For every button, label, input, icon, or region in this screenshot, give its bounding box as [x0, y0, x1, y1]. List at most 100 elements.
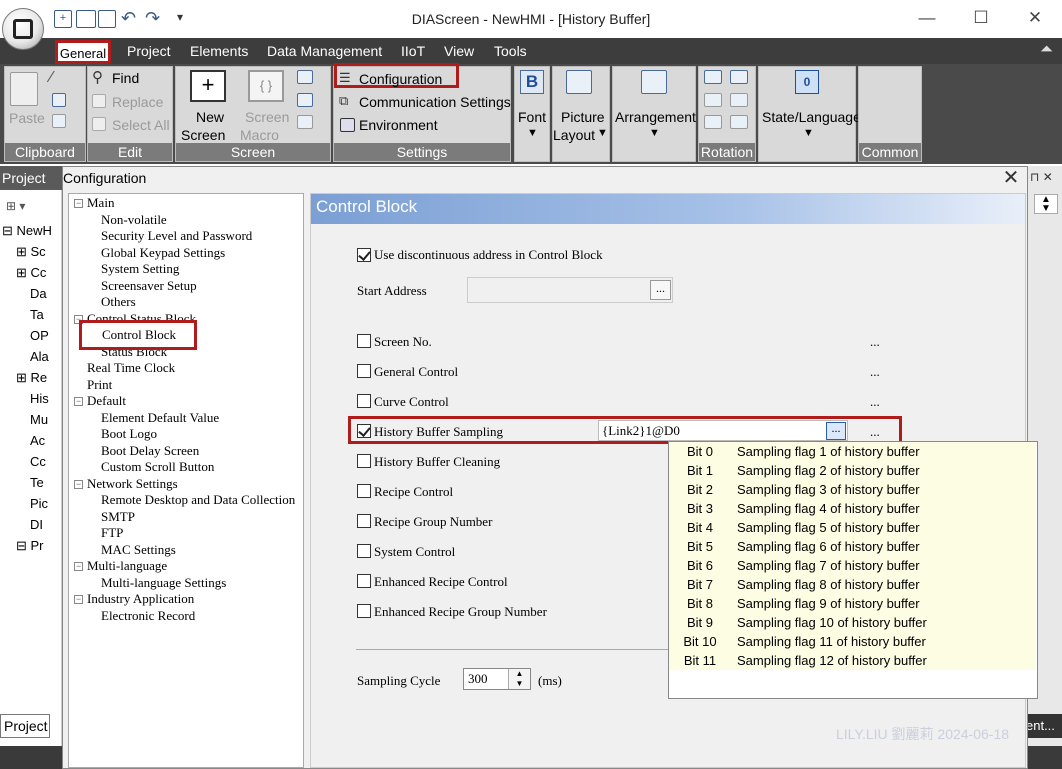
- project-tree-item[interactable]: ⊞ Cc: [16, 265, 46, 281]
- project-tree-item[interactable]: Pic: [30, 496, 48, 511]
- bit-row[interactable]: Bit 1 Sampling flag 2 of history buffer: [669, 461, 1036, 480]
- tree-item-network[interactable]: Network Settings: [87, 476, 178, 492]
- rotate-right-icon[interactable]: [730, 70, 748, 84]
- tree-item-security[interactable]: Security Level and Password: [101, 228, 252, 244]
- collapse-icon[interactable]: −: [74, 562, 83, 571]
- tree-item-non-volatile[interactable]: Non-volatile: [101, 212, 167, 228]
- tree-item-global-keypad[interactable]: Global Keypad Settings: [101, 245, 225, 261]
- ribbon-collapse-icon[interactable]: ⏶: [1040, 41, 1053, 59]
- use-discontinuous-checkbox[interactable]: [357, 248, 371, 262]
- spin-icon[interactable]: ▲ ▼: [1034, 194, 1058, 214]
- tree-item-mac[interactable]: MAC Settings: [101, 542, 176, 558]
- start-address-field[interactable]: [467, 277, 673, 303]
- screen-macro-label-2[interactable]: Macro: [240, 127, 279, 143]
- project-tree-item[interactable]: ⊟ Pr: [16, 538, 44, 554]
- menu-iiot[interactable]: IIoT: [401, 38, 425, 64]
- tree-item-industry[interactable]: Industry Application: [87, 591, 194, 607]
- tree-item-custom-scroll[interactable]: Custom Scroll Button: [101, 459, 214, 475]
- close-window-button[interactable]: ✕: [1020, 8, 1050, 28]
- menu-tools[interactable]: Tools: [494, 38, 527, 64]
- menu-elements[interactable]: Elements: [190, 38, 248, 64]
- bit-row[interactable]: Bit 4 Sampling flag 5 of history buffer: [669, 518, 1036, 537]
- bit-row[interactable]: Bit 6 Sampling flag 7 of history buffer: [669, 556, 1036, 575]
- state-language-button[interactable]: State/Language: [762, 109, 861, 125]
- collapse-icon[interactable]: −: [74, 480, 83, 489]
- bit-row[interactable]: Bit 0 Sampling flag 1 of history buffer: [669, 442, 1036, 461]
- dialog-close-button[interactable]: ✕: [1000, 166, 1022, 190]
- general-control-more[interactable]: ...: [870, 364, 880, 380]
- font-button[interactable]: Font: [518, 109, 546, 125]
- distribute-icon[interactable]: [730, 115, 748, 129]
- project-tree-item[interactable]: OP: [30, 328, 49, 343]
- tree-item-remote-desktop[interactable]: Remote Desktop and Data Collection: [101, 492, 295, 508]
- project-tree-item[interactable]: Mu: [30, 412, 48, 427]
- new-screen-label-1[interactable]: New: [196, 109, 224, 125]
- format-painter-icon[interactable]: [52, 114, 66, 128]
- system-control-checkbox[interactable]: [357, 544, 371, 558]
- project-tree-item[interactable]: Cc: [30, 454, 46, 469]
- pin-icon[interactable]: ⊓ ✕: [1030, 170, 1053, 184]
- menu-view[interactable]: View: [444, 38, 474, 64]
- select-all-button[interactable]: Select All: [112, 117, 170, 133]
- flip-vertical-icon[interactable]: [730, 93, 748, 107]
- rotate-left-icon[interactable]: [704, 70, 722, 84]
- picture-layout-dropdown-icon[interactable]: ▼: [597, 127, 608, 139]
- bit-row[interactable]: Bit 10 Sampling flag 11 of history buffer: [669, 632, 1036, 651]
- tree-item-ftp[interactable]: FTP: [101, 525, 123, 541]
- collapse-icon[interactable]: −: [74, 397, 83, 406]
- sampling-cycle-stepper[interactable]: ▲ ▼: [508, 669, 530, 689]
- project-tree-item[interactable]: DI: [30, 517, 43, 532]
- find-button[interactable]: Find: [112, 70, 139, 86]
- maximize-button[interactable]: ☐: [966, 8, 996, 28]
- screen-list-icon[interactable]: [297, 70, 313, 84]
- bit-row[interactable]: Bit 9 Sampling flag 10 of history buffer: [669, 613, 1036, 632]
- align-icon[interactable]: [704, 115, 722, 129]
- general-control-checkbox[interactable]: [357, 364, 371, 378]
- recipe-group-number-checkbox[interactable]: [357, 514, 371, 528]
- menu-data-management[interactable]: Data Management: [267, 38, 382, 64]
- screen-no-checkbox[interactable]: [357, 334, 371, 348]
- tree-item-boot-logo[interactable]: Boot Logo: [101, 426, 157, 442]
- state-language-dropdown-icon[interactable]: ▼: [803, 127, 814, 139]
- tree-item-others[interactable]: Others: [101, 294, 136, 310]
- project-tree-item[interactable]: ⊞ Sc: [16, 244, 46, 260]
- bit-row[interactable]: Bit 8 Sampling flag 9 of history buffer: [669, 594, 1036, 613]
- project-tree-item[interactable]: Ac: [30, 433, 45, 448]
- enhanced-recipe-group-checkbox[interactable]: [357, 604, 371, 618]
- picture-layout-label-2[interactable]: Layout: [553, 127, 595, 143]
- tree-item-element-default[interactable]: Element Default Value: [101, 410, 219, 426]
- font-dropdown-icon[interactable]: ▼: [527, 127, 538, 139]
- replace-button[interactable]: Replace: [112, 94, 163, 110]
- screen-macro-label-1[interactable]: Screen: [245, 109, 289, 125]
- project-tree-item[interactable]: Da: [30, 286, 47, 301]
- project-toolbar-icon[interactable]: ⊞ ▾: [6, 199, 25, 213]
- bit-row[interactable]: Bit 3 Sampling flag 4 of history buffer: [669, 499, 1036, 518]
- copy-icon[interactable]: [52, 93, 66, 107]
- configuration-button[interactable]: Configuration: [359, 71, 442, 87]
- tree-item-default[interactable]: Default: [87, 393, 126, 409]
- project-tree-item[interactable]: Te: [30, 475, 44, 490]
- project-tree-root[interactable]: ⊟ NewH: [2, 223, 52, 239]
- menu-general[interactable]: General: [55, 40, 111, 64]
- cut-icon[interactable]: ⁄: [50, 69, 53, 87]
- tree-item-electronic-record[interactable]: Electronic Record: [101, 608, 195, 624]
- paste-button[interactable]: Paste: [9, 110, 45, 126]
- project-tree-item[interactable]: Ta: [30, 307, 44, 322]
- communication-settings-button[interactable]: Communication Settings: [359, 94, 511, 110]
- enhanced-recipe-control-checkbox[interactable]: [357, 574, 371, 588]
- picture-layout-label-1[interactable]: Picture: [561, 109, 605, 125]
- curve-control-checkbox[interactable]: [357, 394, 371, 408]
- bit-row[interactable]: Bit 2 Sampling flag 3 of history buffer: [669, 480, 1036, 499]
- bit-row[interactable]: Bit 5 Sampling flag 6 of history buffer: [669, 537, 1036, 556]
- project-tree-item[interactable]: His: [30, 391, 49, 406]
- collapse-icon[interactable]: −: [74, 199, 83, 208]
- screen-properties-icon[interactable]: [297, 93, 313, 107]
- right-bottom-tab[interactable]: ent...: [1026, 714, 1062, 738]
- start-address-browse-button[interactable]: ...: [650, 280, 671, 300]
- history-buffer-cleaning-checkbox[interactable]: [357, 454, 371, 468]
- flip-horizontal-icon[interactable]: [704, 93, 722, 107]
- tree-item-multi-language-settings[interactable]: Multi-language Settings: [101, 575, 226, 591]
- project-tree-item[interactable]: ⊞ Re: [16, 370, 47, 386]
- project-bottom-tab[interactable]: Project: [0, 714, 50, 738]
- screen-order-icon[interactable]: [297, 115, 313, 129]
